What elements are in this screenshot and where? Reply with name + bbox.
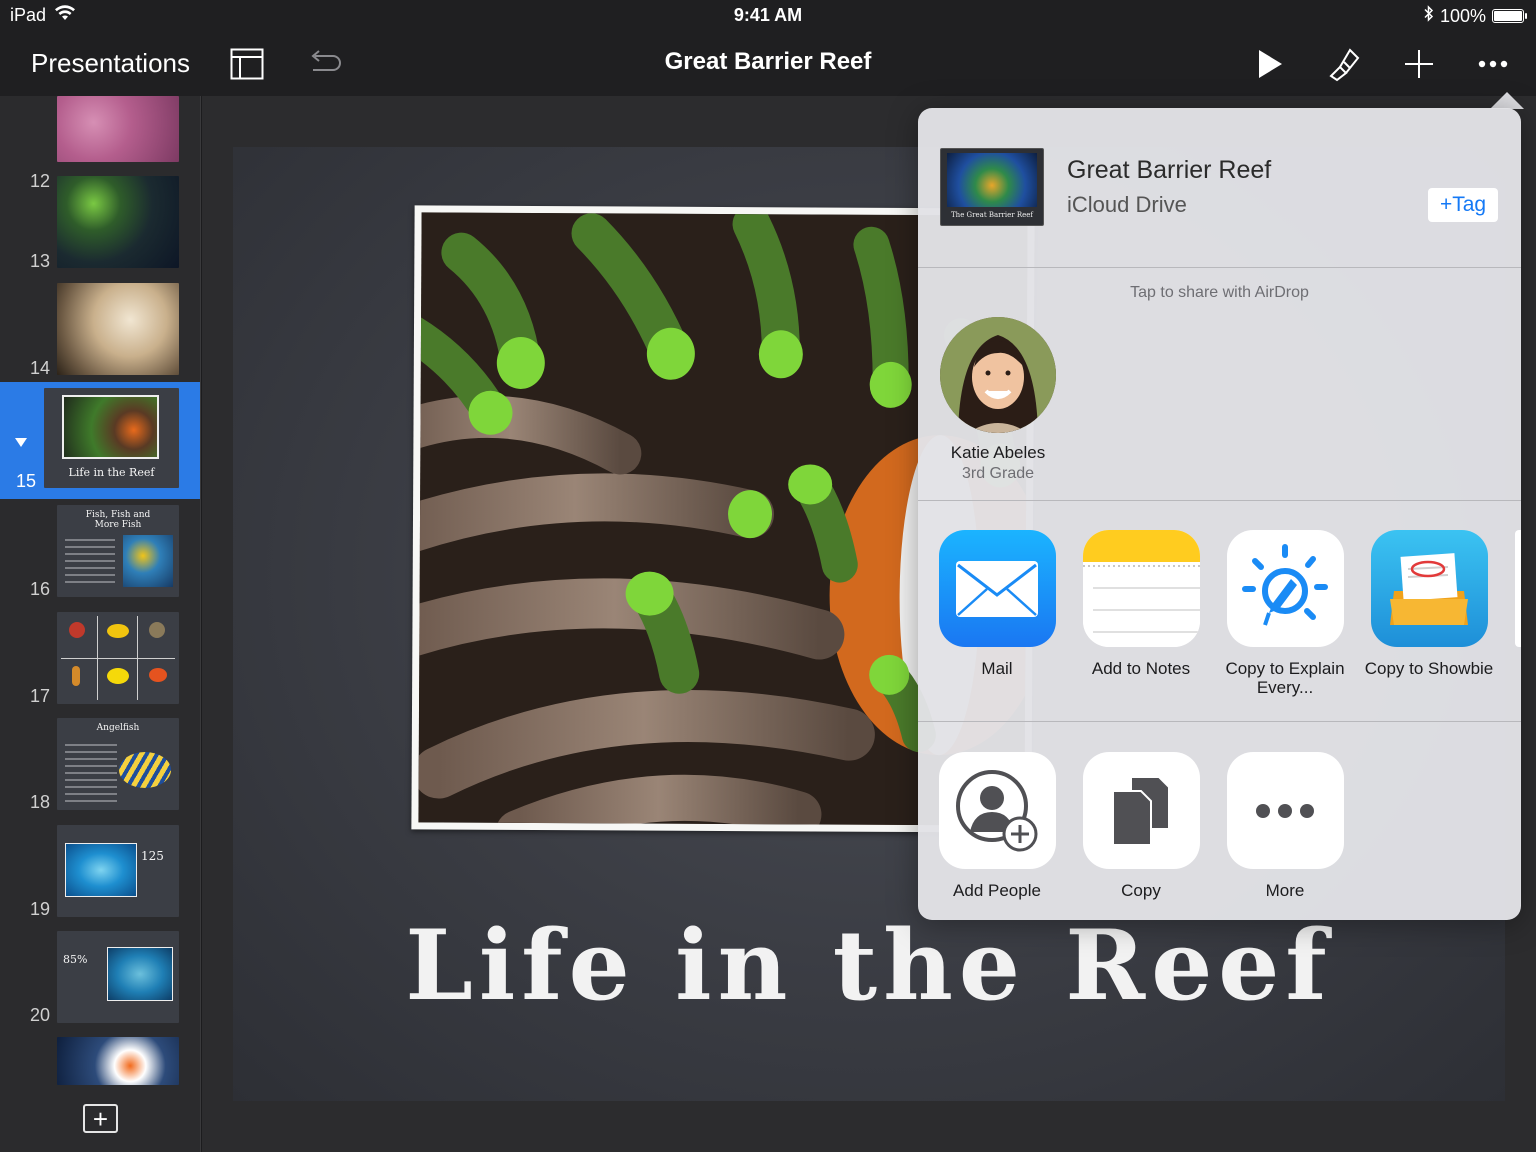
status-right: 100% [1424, 5, 1527, 27]
share-app-label: Mail [981, 659, 1013, 678]
slide-preview: 125 [57, 825, 179, 917]
slide-thumbnail-16[interactable]: 16 Fish, Fish and More Fish [0, 505, 200, 611]
status-bar: iPad 9:41 AM 100% [0, 0, 1536, 32]
share-actions-row: Add People Copy More [918, 723, 1521, 920]
airdrop-section: Tap to share with AirDrop Katie Abeles 3… [918, 269, 1521, 501]
slide-preview: Angelfish [57, 718, 179, 810]
slide-preview [57, 1037, 179, 1085]
battery-icon [1492, 9, 1527, 23]
share-app-label: Add to Notes [1091, 659, 1191, 678]
action-label: Add People [953, 881, 1041, 900]
document-thumbnail: The Great Barrier Reef [940, 148, 1044, 226]
share-sheet: The Great Barrier Reef Great Barrier Ree… [918, 108, 1521, 920]
airdrop-person-subtitle: 3rd Grade [961, 465, 1035, 482]
slide-preview [57, 612, 179, 704]
toolbar: Presentations Great Barrier Reef [0, 32, 1536, 96]
add-icon[interactable] [1399, 44, 1439, 84]
slide-thumbnail-19[interactable]: 19 125 [0, 825, 200, 931]
action-label: Copy [1121, 881, 1161, 900]
slide-preview [57, 176, 179, 268]
avatar [940, 317, 1056, 433]
popover-arrow [1490, 92, 1524, 109]
airdrop-hint: Tap to share with AirDrop [1130, 284, 1309, 301]
disclosure-triangle-icon[interactable] [15, 434, 27, 452]
slide-number: 20 [29, 1005, 50, 1025]
share-app-label: Copy to Explain Every... [1225, 659, 1345, 697]
action-label: More [1265, 881, 1305, 900]
add-slide-button[interactable]: + [83, 1104, 118, 1133]
add-people-button[interactable]: Add People [928, 752, 1066, 900]
share-apps-row: Mail Add to Notes Copy to Explain Every.… [918, 502, 1521, 722]
slide-preview-title: 125 [141, 849, 164, 863]
slide-preview-title: Angelfish [96, 723, 140, 733]
slide-preview [57, 96, 179, 162]
slide-number: 15 [15, 471, 36, 491]
slide-preview-title: Fish, Fish and More Fish [85, 510, 151, 530]
share-document-header: The Great Barrier Reef Great Barrier Ree… [918, 108, 1521, 268]
undo-icon[interactable] [304, 44, 344, 84]
explain-everything-icon [1226, 530, 1344, 647]
slide-number: 14 [29, 358, 50, 378]
slide-preview-title: Life in the Reef [68, 466, 155, 479]
slide-thumbnail-18[interactable]: 18 Angelfish [0, 718, 200, 824]
more-dots-icon [1226, 752, 1344, 869]
battery-percent: 100% [1439, 5, 1486, 26]
slide-thumbnail-14[interactable]: 14 [0, 283, 200, 389]
showbie-icon [1370, 530, 1488, 647]
slide-preview: Life in the Reef [44, 388, 179, 488]
slide-thumbnail-20[interactable]: 20 85% [0, 931, 200, 1037]
slide-preview: Fish, Fish and More Fish [57, 505, 179, 597]
slide-thumbnail-17[interactable]: 17 [0, 612, 200, 718]
slide-preview-title: 85% [63, 953, 88, 966]
share-explain-everything-button[interactable]: Copy to Explain Every... [1216, 530, 1354, 697]
format-brush-icon[interactable] [1324, 44, 1364, 84]
share-app-label: Copy to Showbie [1364, 659, 1494, 678]
play-icon[interactable] [1250, 44, 1290, 84]
more-icon[interactable] [1473, 44, 1513, 84]
airdrop-person-name: Katie Abeles [950, 443, 1046, 462]
document-thumbnail-caption: The Great Barrier Reef [951, 211, 1033, 219]
slide-number: 18 [29, 792, 50, 812]
slide-number: 13 [29, 251, 50, 271]
presentations-back-button[interactable]: Presentations [31, 48, 190, 79]
slide-number: 19 [29, 899, 50, 919]
share-document-title: Great Barrier Reef [1067, 156, 1272, 184]
next-app-peek [1515, 530, 1521, 647]
slide-preview [57, 283, 179, 375]
copy-icon [1082, 752, 1200, 869]
slide-thumbnail-13[interactable]: 13 [0, 176, 200, 282]
notes-icon [1082, 530, 1200, 647]
mail-icon [938, 530, 1056, 647]
copy-button[interactable]: Copy [1072, 752, 1210, 900]
share-document-location: iCloud Drive [1067, 192, 1187, 217]
slide-number: 17 [29, 686, 50, 706]
share-notes-button[interactable]: Add to Notes [1072, 530, 1210, 678]
slide-title[interactable]: Life in the Reef [233, 909, 1505, 1022]
share-showbie-button[interactable]: Copy to Showbie [1360, 530, 1498, 678]
more-actions-button[interactable]: More [1216, 752, 1354, 900]
add-people-icon [938, 752, 1056, 869]
share-mail-button[interactable]: Mail [928, 530, 1066, 678]
slide-number: 16 [29, 579, 50, 599]
airdrop-person[interactable]: Katie Abeles 3rd Grade [938, 317, 1058, 483]
add-tag-button[interactable]: +Tag [1428, 188, 1498, 222]
slide-preview: 85% [57, 931, 179, 1023]
bluetooth-icon [1424, 5, 1434, 27]
slide-navigator: 12 13 14 15 Life in the Reef 16 Fish, Fi… [0, 96, 201, 1152]
slide-navigator-icon[interactable] [227, 44, 267, 84]
slide-thumbnail-15[interactable]: 15 Life in the Reef [0, 382, 200, 499]
status-time: 9:41 AM [733, 5, 803, 25]
slide-thumbnail-12[interactable]: 12 [0, 96, 200, 191]
